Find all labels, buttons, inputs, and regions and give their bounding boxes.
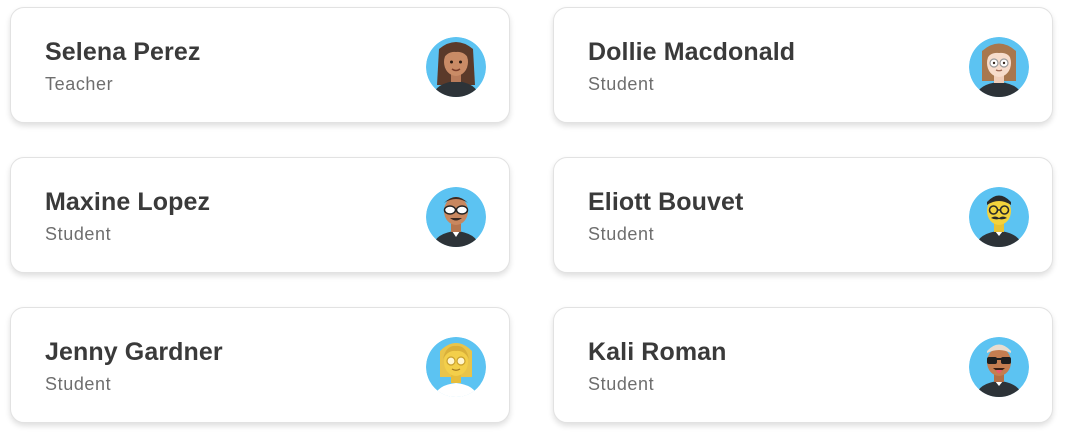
user-card-eliott-bouvet[interactable]: Eliott Bouvet Student <box>553 157 1053 273</box>
user-card-kali-roman[interactable]: Kali Roman Student <box>553 307 1053 423</box>
user-card-dollie-macdonald[interactable]: Dollie Macdonald Student <box>553 7 1053 123</box>
woman-blonde-glasses-avatar-icon <box>426 337 486 397</box>
user-card-jenny-gardner[interactable]: Jenny Gardner Student <box>10 307 510 423</box>
man-sunglasses-tongue-avatar-icon <box>969 337 1029 397</box>
user-role: Student <box>45 374 112 394</box>
user-name: Dollie Macdonald <box>588 38 796 66</box>
man-mustache-glasses-avatar-icon <box>969 187 1029 247</box>
user-role: Student <box>588 374 655 394</box>
user-role: Student <box>45 224 112 244</box>
user-name: Kali Roman <box>588 338 727 366</box>
user-card-selena-perez[interactable]: Selena Perez Teacher <box>10 7 510 123</box>
woman-brown-hair-avatar-icon <box>426 37 486 97</box>
user-name: Maxine Lopez <box>45 188 211 216</box>
user-card-maxine-lopez[interactable]: Maxine Lopez Student <box>10 157 510 273</box>
woman-glasses-avatar-icon <box>969 37 1029 97</box>
user-name: Eliott Bouvet <box>588 188 744 216</box>
user-role: Teacher <box>45 74 114 94</box>
user-role: Student <box>588 224 655 244</box>
user-role: Student <box>588 74 655 94</box>
man-sunglasses-avatar-icon <box>426 187 486 247</box>
user-name: Jenny Gardner <box>45 338 223 366</box>
user-name: Selena Perez <box>45 38 201 66</box>
